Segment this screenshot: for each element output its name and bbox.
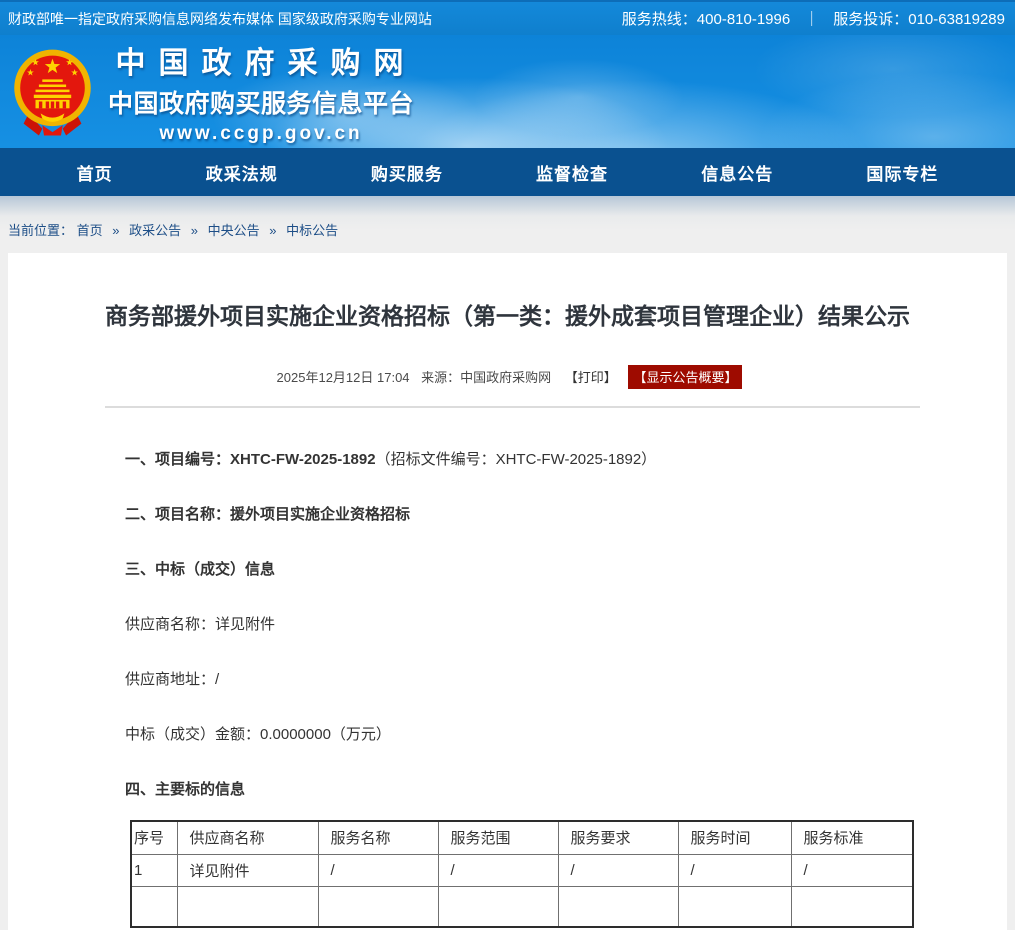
col-header-service-requirement: 服务要求 bbox=[558, 821, 678, 854]
breadcrumb-item-award-notices[interactable]: 中标公告 bbox=[286, 223, 338, 238]
nav-item-international[interactable]: 国际专栏 bbox=[866, 160, 938, 185]
platform-name: 中国政府购买服务信息平台 bbox=[101, 84, 421, 120]
top-service-bar: 财政部唯一指定政府采购信息网络发布媒体 国家级政府采购专业网站 服务热线：400… bbox=[0, 0, 1015, 35]
site-url: www.ccgp.gov.cn bbox=[101, 123, 421, 145]
breadcrumb-location-label: 当前位置： bbox=[8, 223, 73, 238]
cell-index bbox=[131, 886, 177, 927]
breadcrumb-zone: 当前位置： 首页 » 政采公告 » 中央公告 » 中标公告 bbox=[0, 196, 1015, 253]
cell-service-name: / bbox=[318, 854, 438, 886]
publish-datetime: 2025年12月12日 17:04 bbox=[277, 370, 410, 385]
cell-service-time bbox=[678, 886, 791, 927]
col-header-service-time: 服务时间 bbox=[678, 821, 791, 854]
article-body: 一、项目编号：XHTC-FW-2025-1892（招标文件编号：XHTC-FW-… bbox=[8, 408, 1007, 928]
cell-service-name bbox=[318, 886, 438, 927]
main-navigation: 首页 政采法规 购买服务 监督检查 信息公告 国际专栏 bbox=[0, 148, 1015, 196]
cell-service-time: / bbox=[678, 854, 791, 886]
china-national-emblem-icon bbox=[10, 47, 95, 139]
breadcrumb-separator: » bbox=[112, 223, 119, 238]
col-header-service-standard: 服务标准 bbox=[791, 821, 913, 854]
article-panel: 商务部援外项目实施企业资格招标（第一类：援外成套项目管理企业）结果公示 2025… bbox=[8, 253, 1007, 930]
cell-supplier-name: 详见附件 bbox=[177, 854, 318, 886]
table-row-empty bbox=[131, 886, 913, 927]
nav-item-supervision[interactable]: 监督检查 bbox=[536, 160, 608, 185]
nav-item-home[interactable]: 首页 bbox=[77, 160, 113, 185]
table-row: 1 详见附件 / / / / / bbox=[131, 854, 913, 886]
paragraph-award-info-heading: 三、中标（成交）信息 bbox=[125, 560, 917, 579]
cell-service-standard bbox=[791, 886, 913, 927]
table-header-row: 序号 供应商名称 服务名称 服务范围 服务要求 服务时间 服务标准 bbox=[131, 821, 913, 854]
cell-service-standard: / bbox=[791, 854, 913, 886]
site-header: 中国政府采购网 中国政府购买服务信息平台 www.ccgp.gov.cn bbox=[0, 35, 1015, 148]
service-complaint: 服务投诉：010-63819289 bbox=[833, 8, 1005, 29]
paragraph-project-number: 一、项目编号：XHTC-FW-2025-1892（招标文件编号：XHTC-FW-… bbox=[125, 450, 917, 469]
paragraph-project-name: 二、项目名称：援外项目实施企业资格招标 bbox=[125, 505, 917, 524]
cell-service-scope: / bbox=[438, 854, 558, 886]
cell-index: 1 bbox=[131, 854, 177, 886]
bid-info-table: 序号 供应商名称 服务名称 服务范围 服务要求 服务时间 服务标准 1 详见附件… bbox=[130, 820, 914, 928]
show-summary-button[interactable]: 【显示公告概要】 bbox=[628, 365, 742, 389]
nav-item-regulations[interactable]: 政采法规 bbox=[206, 160, 278, 185]
col-header-supplier-name: 供应商名称 bbox=[177, 821, 318, 854]
cell-supplier-name bbox=[177, 886, 318, 927]
page-title: 商务部援外项目实施企业资格招标（第一类：援外成套项目管理企业）结果公示 bbox=[8, 300, 1007, 332]
paragraph-supplier-address: 供应商地址：/ bbox=[125, 670, 917, 689]
paragraph-main-subject-heading: 四、主要标的信息 bbox=[125, 780, 917, 799]
breadcrumb: 当前位置： 首页 » 政采公告 » 中央公告 » 中标公告 bbox=[8, 220, 1015, 239]
col-header-service-scope: 服务范围 bbox=[438, 821, 558, 854]
cell-service-requirement bbox=[558, 886, 678, 927]
service-hotline: 服务热线：400-810-1996 bbox=[622, 8, 790, 29]
site-name: 中国政府采购网 bbox=[111, 38, 421, 82]
paragraph-supplier-name: 供应商名称：详见附件 bbox=[125, 615, 917, 634]
cell-service-requirement: / bbox=[558, 854, 678, 886]
col-header-service-name: 服务名称 bbox=[318, 821, 438, 854]
cell-service-scope bbox=[438, 886, 558, 927]
breadcrumb-item-procurement-notices[interactable]: 政采公告 bbox=[129, 223, 181, 238]
breadcrumb-item-central-notices[interactable]: 中央公告 bbox=[208, 223, 260, 238]
site-logo[interactable]: 中国政府采购网 中国政府购买服务信息平台 www.ccgp.gov.cn bbox=[0, 35, 1015, 148]
breadcrumb-separator: » bbox=[191, 223, 198, 238]
paragraph-award-amount: 中标（成交）金额：0.0000000（万元） bbox=[125, 725, 917, 744]
print-button[interactable]: 【打印】 bbox=[565, 370, 617, 385]
article-meta: 2025年12月12日 17:04 来源：中国政府采购网 【打印】 【显示公告概… bbox=[8, 365, 1007, 389]
article-source: 来源：中国政府采购网 bbox=[421, 370, 551, 385]
site-slogan: 财政部唯一指定政府采购信息网络发布媒体 国家级政府采购专业网站 bbox=[8, 9, 432, 29]
breadcrumb-item-home[interactable]: 首页 bbox=[77, 223, 103, 238]
nav-item-purchase-services[interactable]: 购买服务 bbox=[371, 160, 443, 185]
breadcrumb-separator: » bbox=[269, 223, 276, 238]
nav-item-announcements[interactable]: 信息公告 bbox=[701, 160, 773, 185]
topbar-divider: ｜ bbox=[804, 8, 819, 29]
col-header-index: 序号 bbox=[131, 821, 177, 854]
